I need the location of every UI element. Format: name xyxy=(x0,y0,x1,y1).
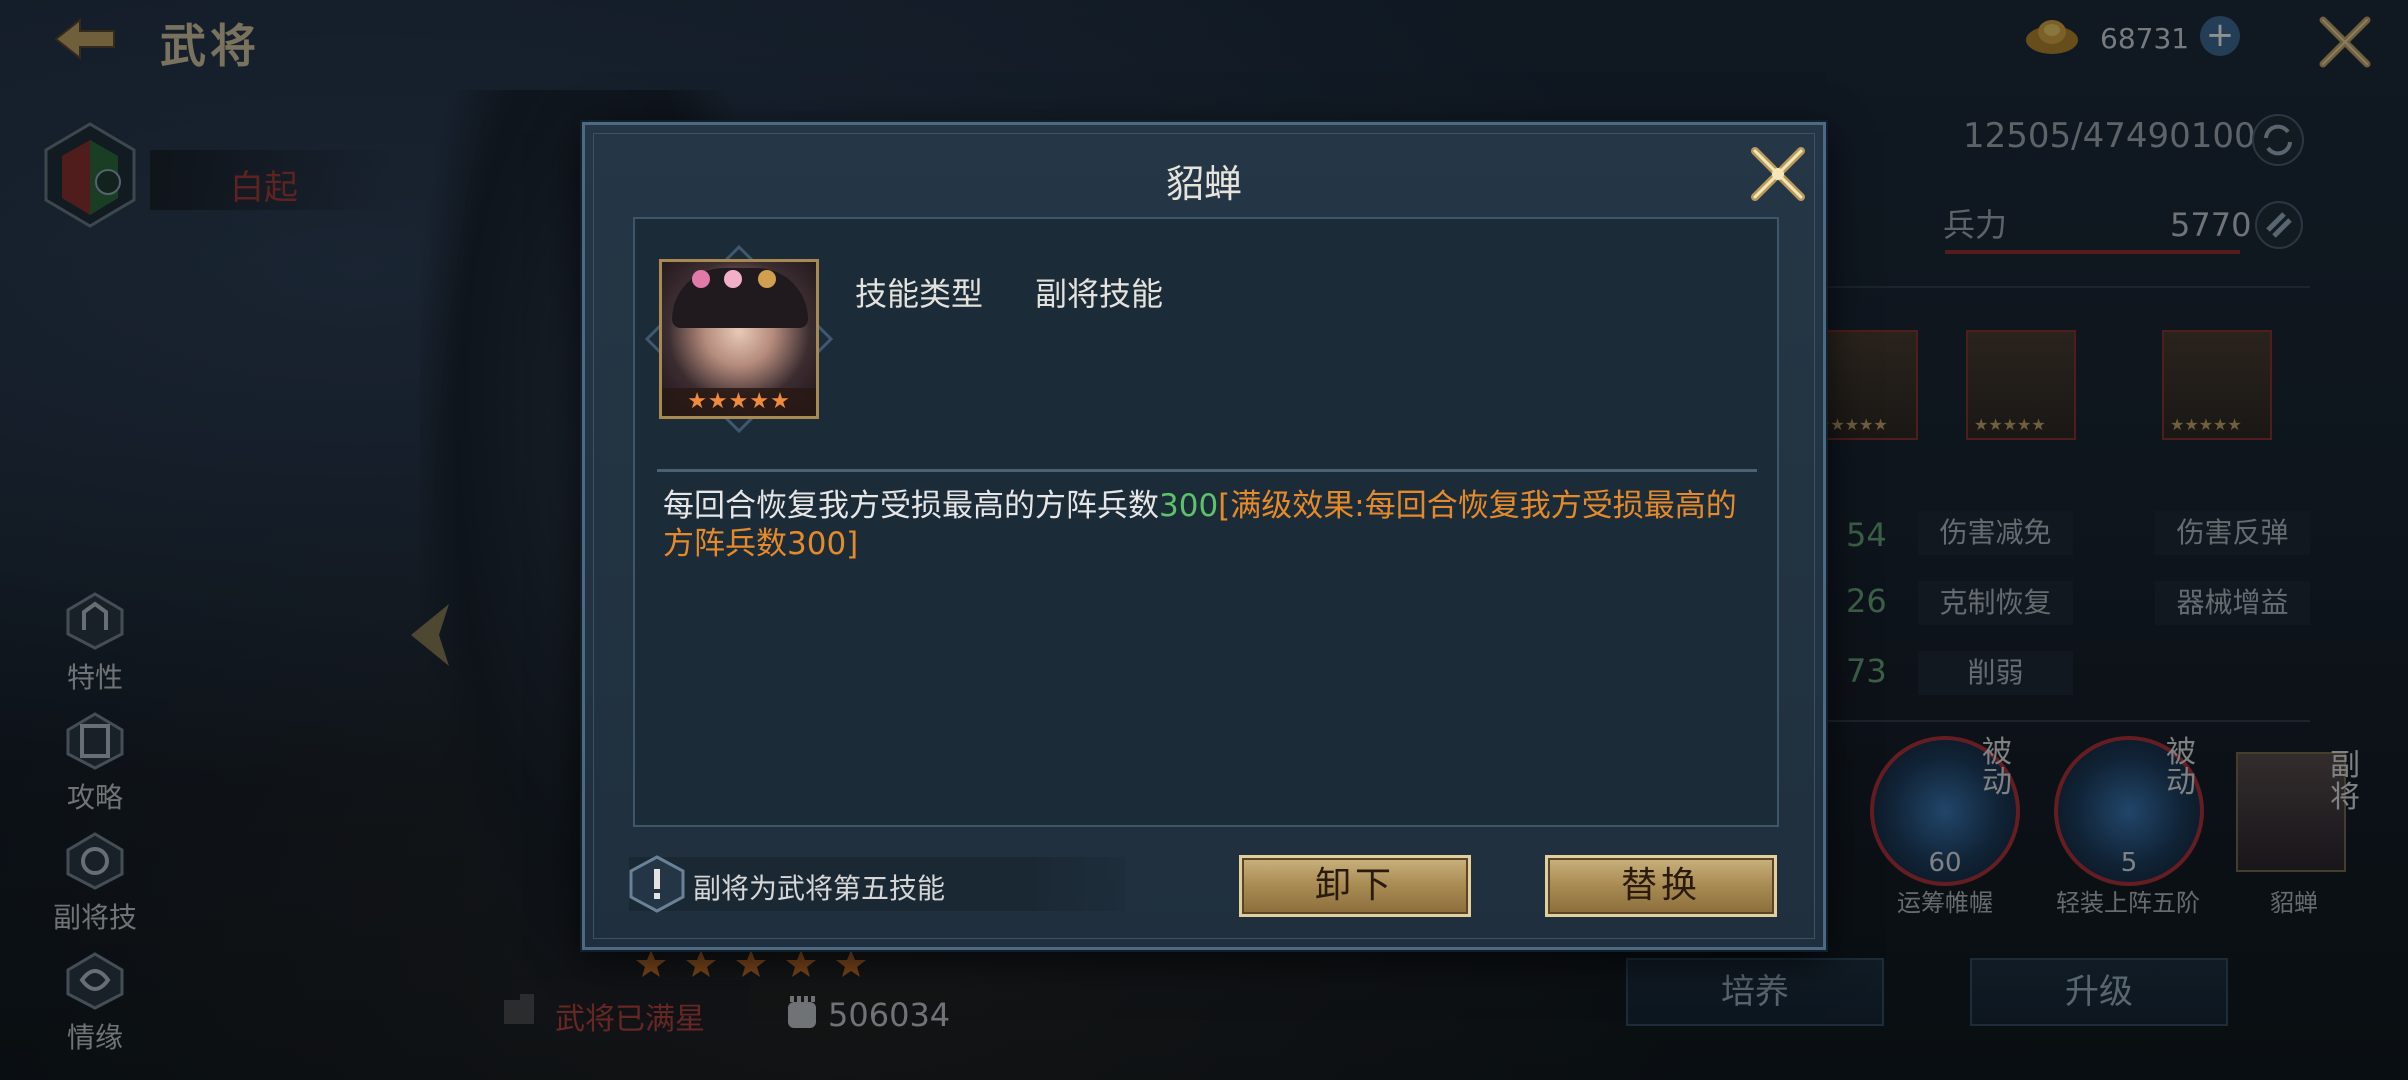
dialog-title: 貂蝉 xyxy=(1165,162,1242,206)
skill-portrait: ★★★★★ xyxy=(645,245,833,433)
replace-button[interactable]: 替换 xyxy=(1545,855,1777,917)
dialog-divider xyxy=(657,469,1757,472)
skill-type-label: 技能类型 xyxy=(855,275,984,313)
desc-main: 每回合恢复我方受损最高的方阵兵数 xyxy=(663,488,1159,524)
portrait-stars: ★★★★★ xyxy=(662,388,816,416)
flower-icon xyxy=(692,270,710,288)
unload-button[interactable]: 卸下 xyxy=(1239,855,1471,917)
close-icon[interactable] xyxy=(1743,139,1813,209)
diaochan-portrait: ★★★★★ xyxy=(659,259,819,419)
dialog-content: ★★★★★ 技能类型 副将技能 每回合恢复我方受损最高的方阵兵数300[满级效果… xyxy=(633,217,1779,827)
hint-text: 副将为武将第五技能 xyxy=(693,872,946,905)
skill-type-value: 副将技能 xyxy=(1035,275,1164,313)
flower-icon xyxy=(724,270,742,288)
skill-dialog: 貂蝉 ★★★★★ 技能类型 副将技能 每回合恢复我方受损最高的方阵兵数300[满… xyxy=(582,122,1826,950)
desc-value: 300 xyxy=(1159,488,1219,524)
skill-description: 每回合恢复我方受损最高的方阵兵数300[满级效果:每回合恢复我方受损最高的方阵兵… xyxy=(663,487,1753,563)
info-icon xyxy=(629,855,685,913)
flower-icon xyxy=(758,270,776,288)
